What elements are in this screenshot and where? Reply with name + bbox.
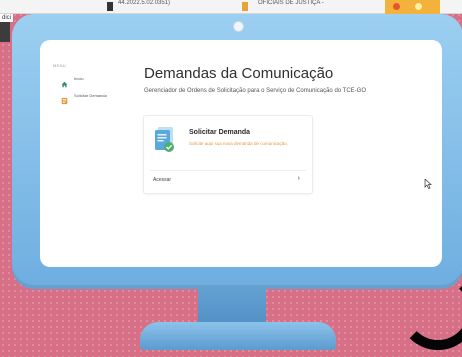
document-check-icon: [153, 126, 177, 154]
sidebar-item-label: Início: [74, 76, 84, 81]
sidebar-item-solicitar-demanda[interactable]: Solicitar Demanda: [61, 91, 107, 105]
card-title: Solicitar Demanda: [189, 129, 251, 136]
solicitar-demanda-card[interactable]: Solicitar Demanda Solicite aqui sua nova…: [143, 115, 313, 194]
chevron-right-icon[interactable]: ›: [298, 175, 300, 182]
browser-tab-strip: 44.2022.5.02.0351) OFICIAIS DE JUSTIÇA -: [0, 0, 462, 14]
home-icon: [61, 75, 68, 88]
sidebar-item-inicio[interactable]: Início: [61, 74, 84, 88]
sidebar-item-label: Solicitar Demanda: [74, 93, 107, 98]
sidebar: MENU Início Solicitar Demanda: [40, 40, 128, 267]
webcam-icon: [233, 21, 244, 32]
page-title: Demandas da Comunicação: [144, 65, 334, 82]
acessar-link[interactable]: Acessar: [153, 177, 171, 183]
app-screen: MENU Início Solicitar Demanda Demandas d…: [40, 40, 442, 267]
monitor-base: [140, 322, 336, 350]
page-subtitle: Gerenciador de Ordens de Solicitação par…: [144, 88, 367, 94]
monitor-cable: [398, 270, 462, 350]
card-divider: [150, 170, 306, 171]
mouse-cursor-icon: [424, 176, 432, 189]
sidebar-menu-label: MENU: [53, 63, 66, 68]
window-fragment-label: dici: [0, 14, 14, 22]
browser-tab-2-label[interactable]: OFICIAIS DE JUSTIÇA -: [258, 0, 324, 6]
browser-tab-1-label[interactable]: 44.2022.5.02.0351): [118, 0, 170, 6]
tab-favicon-icon: [242, 2, 248, 11]
card-description: Solicite aqui sua nova demanda de comuni…: [189, 141, 289, 146]
document-icon: [61, 92, 68, 105]
window-fragment: [0, 22, 10, 42]
thumbnail-image: [385, 0, 440, 14]
tab-favicon-icon: [107, 2, 113, 11]
